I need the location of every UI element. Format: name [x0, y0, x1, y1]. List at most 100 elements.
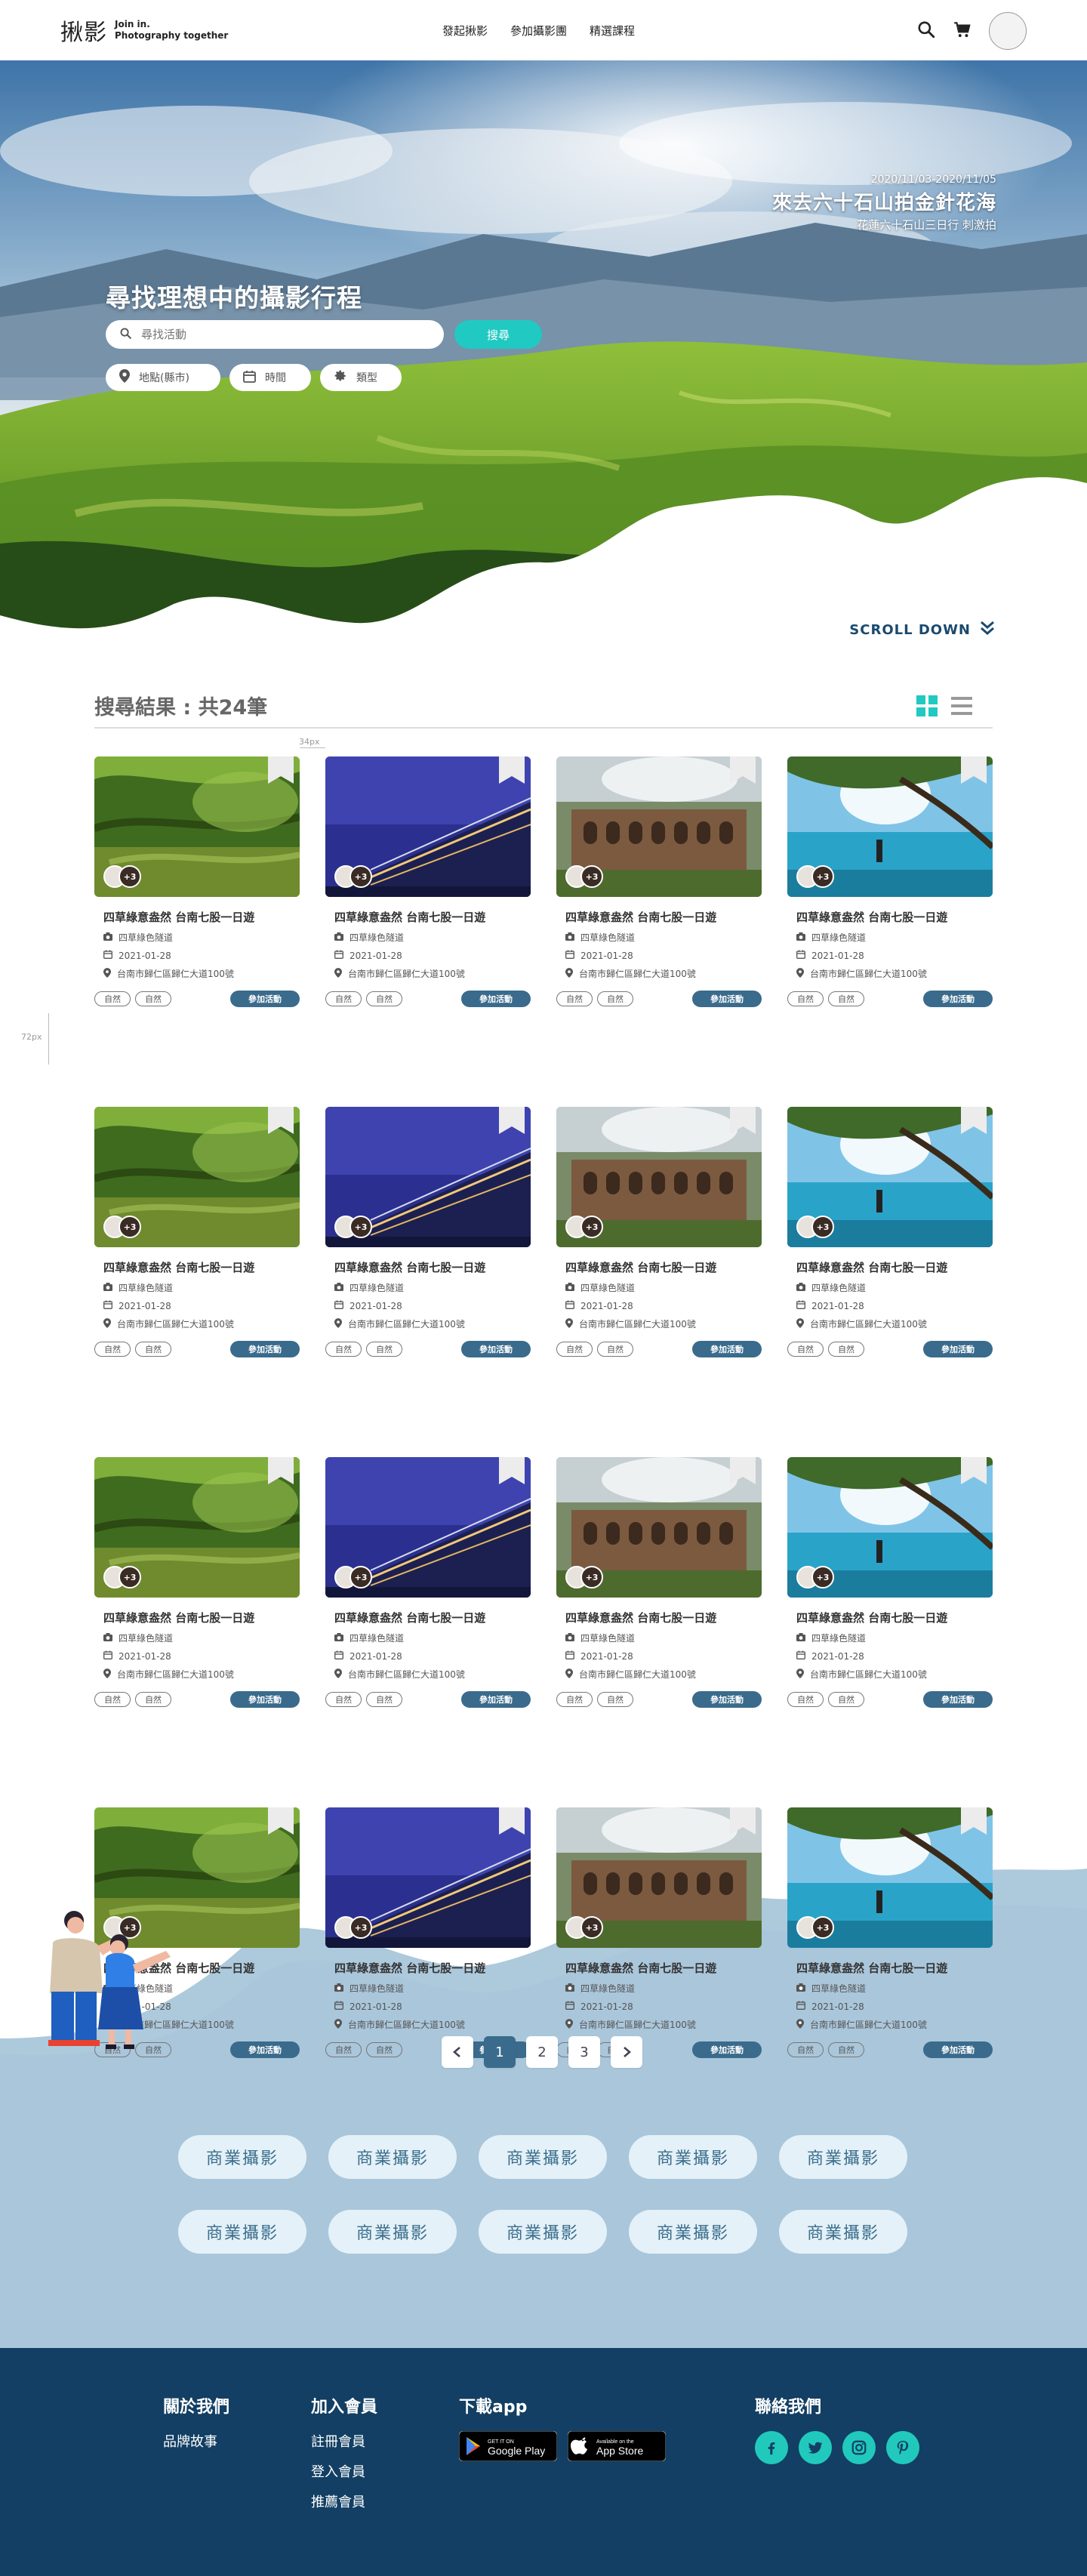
- card-photo[interactable]: +3: [556, 1107, 762, 1247]
- bookmark-icon[interactable]: [268, 1807, 294, 1835]
- category-tag[interactable]: 商業攝影: [629, 2135, 757, 2179]
- join-activity-button[interactable]: 參加活動: [230, 1341, 300, 1357]
- twitter-icon[interactable]: [799, 2431, 832, 2464]
- card-photo[interactable]: +3: [94, 1457, 300, 1598]
- card-photo[interactable]: +3: [787, 1107, 993, 1247]
- pinterest-icon[interactable]: [886, 2431, 919, 2464]
- filter-location[interactable]: 地點(縣市): [106, 364, 220, 391]
- grid-view-icon[interactable]: [916, 695, 938, 719]
- card-tag[interactable]: 自然: [556, 991, 593, 1006]
- card-photo[interactable]: +3: [556, 1807, 762, 1948]
- card-tag[interactable]: 自然: [366, 2042, 402, 2057]
- category-tag[interactable]: 商業攝影: [779, 2135, 907, 2179]
- card-photo[interactable]: +3: [325, 1807, 531, 1948]
- join-activity-button[interactable]: 參加活動: [230, 2041, 300, 2058]
- bookmark-icon[interactable]: [961, 756, 987, 784]
- card-title[interactable]: 四草綠意盎然 台南七股一日遊: [334, 909, 531, 925]
- category-tag[interactable]: 商業攝影: [479, 2210, 607, 2254]
- bookmark-icon[interactable]: [268, 756, 294, 784]
- search-input[interactable]: [141, 328, 413, 341]
- footer-link-brand-story[interactable]: 品牌故事: [163, 2431, 229, 2451]
- activity-card[interactable]: +3 四草綠意盎然 台南七股一日遊 四草綠色隧道 2021-01-28 台南市歸…: [787, 1107, 993, 1357]
- card-tag[interactable]: 自然: [135, 991, 171, 1006]
- footer-link-register[interactable]: 註冊會員: [311, 2431, 377, 2451]
- card-tag[interactable]: 自然: [94, 1342, 131, 1357]
- bookmark-icon[interactable]: [961, 1457, 987, 1484]
- card-tag[interactable]: 自然: [556, 1342, 593, 1357]
- activity-card[interactable]: +3 四草綠意盎然 台南七股一日遊 四草綠色隧道 2021-01-28 台南市歸…: [787, 756, 993, 1007]
- filter-type[interactable]: 類型: [320, 364, 402, 391]
- category-tag[interactable]: 商業攝影: [328, 2135, 457, 2179]
- card-tag[interactable]: 自然: [325, 991, 362, 1006]
- activity-card[interactable]: +3 四草綠意盎然 台南七股一日遊 四草綠色隧道 2021-01-28 台南市歸…: [325, 1807, 531, 2058]
- card-tag[interactable]: 自然: [366, 991, 402, 1006]
- card-title[interactable]: 四草綠意盎然 台南七股一日遊: [103, 909, 300, 925]
- activity-card[interactable]: +3 四草綠意盎然 台南七股一日遊 四草綠色隧道 2021-01-28 台南市歸…: [94, 1457, 300, 1708]
- bookmark-icon[interactable]: [730, 1807, 756, 1835]
- bookmark-icon[interactable]: [730, 1457, 756, 1484]
- nav-item-join-group[interactable]: 參加攝影團: [510, 23, 567, 39]
- card-photo[interactable]: +3: [94, 756, 300, 897]
- category-tag[interactable]: 商業攝影: [629, 2210, 757, 2254]
- card-tag[interactable]: 自然: [828, 2042, 864, 2057]
- page-3-button[interactable]: 3: [568, 2036, 600, 2068]
- footer-link-recommend[interactable]: 推薦會員: [311, 2491, 377, 2511]
- card-photo[interactable]: +3: [325, 1457, 531, 1598]
- bookmark-icon[interactable]: [961, 1107, 987, 1134]
- bookmark-icon[interactable]: [499, 1107, 525, 1134]
- card-tag[interactable]: 自然: [556, 1692, 593, 1707]
- next-page-button[interactable]: [611, 2036, 642, 2068]
- bookmark-icon[interactable]: [499, 1807, 525, 1835]
- activity-card[interactable]: +3 四草綠意盎然 台南七股一日遊 四草綠色隧道 2021-01-28 台南市歸…: [556, 756, 762, 1007]
- bookmark-icon[interactable]: [730, 756, 756, 784]
- search-box[interactable]: [106, 320, 444, 349]
- activity-card[interactable]: +3 四草綠意盎然 台南七股一日遊 四草綠色隧道 2021-01-28 台南市歸…: [94, 1107, 300, 1357]
- card-tag[interactable]: 自然: [597, 1692, 633, 1707]
- card-photo[interactable]: +3: [325, 1107, 531, 1247]
- card-tag[interactable]: 自然: [787, 2042, 824, 2057]
- card-tag[interactable]: 自然: [135, 1692, 171, 1707]
- card-title[interactable]: 四草綠意盎然 台南七股一日遊: [796, 1610, 993, 1625]
- category-tag[interactable]: 商業攝影: [178, 2135, 306, 2179]
- join-activity-button[interactable]: 參加活動: [230, 991, 300, 1007]
- join-activity-button[interactable]: 參加活動: [461, 1341, 531, 1357]
- card-photo[interactable]: +3: [787, 1457, 993, 1598]
- card-photo[interactable]: +3: [325, 756, 531, 897]
- card-title[interactable]: 四草綠意盎然 台南七股一日遊: [796, 1259, 993, 1275]
- bookmark-icon[interactable]: [961, 1807, 987, 1835]
- join-activity-button[interactable]: 參加活動: [692, 1341, 762, 1357]
- card-tag[interactable]: 自然: [94, 1692, 131, 1707]
- card-tag[interactable]: 自然: [828, 1342, 864, 1357]
- join-activity-button[interactable]: 參加活動: [230, 1691, 300, 1708]
- activity-card[interactable]: +3 四草綠意盎然 台南七股一日遊 四草綠色隧道 2021-01-28 台南市歸…: [325, 1107, 531, 1357]
- card-tag[interactable]: 自然: [325, 1342, 362, 1357]
- card-tag[interactable]: 自然: [325, 2042, 362, 2057]
- list-view-icon[interactable]: [951, 695, 972, 719]
- card-tag[interactable]: 自然: [597, 1342, 633, 1357]
- join-activity-button[interactable]: 參加活動: [923, 1691, 993, 1708]
- card-photo[interactable]: +3: [787, 756, 993, 897]
- filter-time[interactable]: 時間: [229, 364, 311, 391]
- join-activity-button[interactable]: 參加活動: [692, 991, 762, 1007]
- search-button[interactable]: 搜尋: [454, 320, 542, 349]
- card-title[interactable]: 四草綠意盎然 台南七股一日遊: [103, 1610, 300, 1625]
- activity-card[interactable]: +3 四草綠意盎然 台南七股一日遊 四草綠色隧道 2021-01-28 台南市歸…: [325, 756, 531, 1007]
- bookmark-icon[interactable]: [499, 756, 525, 784]
- category-tag[interactable]: 商業攝影: [178, 2210, 306, 2254]
- join-activity-button[interactable]: 參加活動: [923, 991, 993, 1007]
- site-logo[interactable]: 揪影 Join in. Photography together: [60, 14, 228, 47]
- card-title[interactable]: 四草綠意盎然 台南七股一日遊: [796, 909, 993, 925]
- join-activity-button[interactable]: 參加活動: [692, 2041, 762, 2058]
- card-tag[interactable]: 自然: [94, 991, 131, 1006]
- activity-card[interactable]: +3 四草綠意盎然 台南七股一日遊 四草綠色隧道 2021-01-28 台南市歸…: [787, 1457, 993, 1708]
- card-title[interactable]: 四草綠意盎然 台南七股一日遊: [565, 1259, 762, 1275]
- join-activity-button[interactable]: 參加活動: [692, 1691, 762, 1708]
- card-title[interactable]: 四草綠意盎然 台南七股一日遊: [565, 909, 762, 925]
- card-title[interactable]: 四草綠意盎然 台南七股一日遊: [334, 1610, 531, 1625]
- card-tag[interactable]: 自然: [828, 991, 864, 1006]
- cart-icon[interactable]: [953, 20, 972, 42]
- search-icon[interactable]: [916, 20, 936, 42]
- activity-card[interactable]: +3 四草綠意盎然 台南七股一日遊 四草綠色隧道 2021-01-28 台南市歸…: [787, 1807, 993, 2058]
- google-play-badge[interactable]: GET IT ON Google Play: [459, 2431, 557, 2461]
- bookmark-icon[interactable]: [730, 1107, 756, 1134]
